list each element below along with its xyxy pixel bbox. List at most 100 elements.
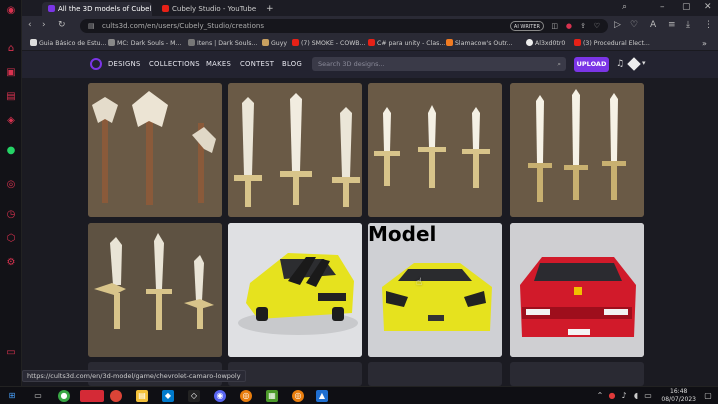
gallery: Model ☝ [22, 78, 718, 386]
model-card-lamborghini[interactable]: Model ☝ [368, 223, 502, 357]
send-icon[interactable]: ▷ [614, 20, 621, 30]
app-icon[interactable]: ● [58, 390, 70, 402]
close-window-icon[interactable]: ✕ [704, 2, 712, 12]
cube-icon[interactable]: ⬡ [4, 232, 18, 246]
app-icon[interactable]: ▲ [316, 390, 328, 402]
vk-icon[interactable]: ◎ [4, 178, 18, 192]
reload-icon[interactable]: ↻ [58, 20, 66, 30]
axes-thumbnail [88, 83, 222, 217]
bookmarks-overflow-icon[interactable]: » [702, 38, 707, 49]
forward-icon[interactable]: › [42, 20, 46, 30]
gear-icon[interactable]: ⚙ [4, 256, 18, 270]
clock-time: 16:48 [670, 388, 688, 395]
model-card-partial[interactable] [228, 362, 362, 386]
tray-chevron-icon[interactable]: ⌃ [594, 390, 606, 402]
clock-date: 08/07/2023 [661, 396, 696, 403]
model-card-ferrari[interactable] [510, 223, 644, 357]
download-icon[interactable]: ⤓ [686, 20, 690, 30]
blender-icon[interactable]: ◎ [292, 390, 304, 402]
bookmark-item[interactable]: Al3xd0tr0 [526, 38, 565, 49]
text-size-icon[interactable]: A [650, 20, 656, 30]
bookmark-label: Guia Básico de Estu... [39, 40, 107, 47]
clock-icon[interactable]: ◷ [4, 208, 18, 222]
bookmark-favicon-icon [30, 39, 37, 46]
browser-sidebar: ◉ ⌂ ▣ ▤ ◈ ● ◎ ◷ ⬡ ⚙ ▭ [0, 0, 22, 386]
bookmark-item[interactable]: C# para unity - Clas... [368, 38, 445, 49]
blender-icon[interactable]: ◎ [240, 390, 252, 402]
ferrari-thumbnail [510, 223, 644, 357]
tray-app-icon[interactable]: ● [606, 390, 618, 402]
record-icon[interactable]: ● [566, 19, 572, 33]
task-view-icon[interactable]: ▭ [32, 390, 44, 402]
bookmarks-bar: Guia Básico de Estu... MC: Dark Souls - … [22, 36, 718, 51]
model-card-partial[interactable] [368, 362, 502, 386]
whatsapp-icon[interactable]: ● [4, 144, 18, 158]
opera-icon[interactable] [80, 390, 104, 402]
tab-youtube[interactable]: Cubely Studio - YouTube [156, 2, 256, 16]
bookmark-item[interactable]: MC: Dark Souls - M... [108, 38, 181, 49]
bookmark-item[interactable]: Itens | Dark Souls... [188, 38, 257, 49]
bookmark-item[interactable]: (7) SMOKE - COWB... [292, 38, 365, 49]
bookmark-item[interactable]: Guia Básico de Estu... [30, 38, 106, 49]
heart-outline-icon[interactable]: ♡ [630, 20, 638, 30]
model-card-partial[interactable] [510, 362, 644, 386]
search-tabs-icon[interactable]: ⌕ [622, 2, 627, 12]
browser-logo-icon[interactable]: ◉ [4, 4, 18, 18]
twitch-icon[interactable]: ▤ [4, 90, 18, 104]
bag-icon[interactable]: ▣ [4, 66, 18, 80]
bookmark-item[interactable]: Slamacow's Outr... [446, 38, 513, 49]
home-icon[interactable]: ⌂ [4, 42, 18, 56]
link-preview: https://cults3d.com/en/3d-model/game/che… [22, 370, 246, 382]
nav-contest[interactable]: CONTEST [240, 60, 274, 68]
model-card-rapiers[interactable] [510, 83, 644, 217]
model-card-swords[interactable] [228, 83, 362, 217]
model-card-axes[interactable] [88, 83, 222, 217]
vscode-icon[interactable]: ◆ [162, 390, 174, 402]
minecraft-icon[interactable]: ▦ [266, 390, 278, 402]
chrome-icon[interactable] [110, 390, 122, 402]
address-bar[interactable]: ▤ cults3d.com/en/users/Cubely_Studio/cre… [80, 19, 608, 33]
user-avatar[interactable] [627, 57, 641, 71]
maximize-icon[interactable]: ▢ [682, 2, 691, 12]
bookmark-item[interactable]: (3) Procedural Elect... [574, 38, 650, 49]
taskbar-clock[interactable]: 16:48 08/07/2023 [661, 388, 696, 404]
discord-icon[interactable]: ◉ [214, 390, 226, 402]
model-card-curved-swords[interactable] [88, 223, 222, 357]
model-card-camaro[interactable] [228, 223, 362, 357]
messenger-icon[interactable]: ◈ [4, 114, 18, 128]
monitor-icon[interactable]: ▭ [642, 390, 654, 402]
tab-cults3d[interactable]: All the 3D models of Cubel [42, 2, 152, 16]
share-icon[interactable]: ⇪ [580, 19, 586, 33]
notification-icon[interactable]: ▢ [702, 390, 714, 402]
menu-icon[interactable]: ⋮ [704, 20, 713, 30]
model-card-daggers[interactable] [368, 83, 502, 217]
folder-icon[interactable]: ▤ [136, 390, 148, 402]
nav-makes[interactable]: MAKES [206, 60, 231, 68]
chevron-down-icon[interactable]: ▾ [642, 59, 646, 67]
unity-icon[interactable]: ◇ [188, 390, 200, 402]
swords-thumbnail [228, 83, 362, 217]
rapiers-thumbnail [510, 83, 644, 217]
upload-button[interactable]: UPLOAD [574, 57, 609, 72]
speaker-icon[interactable]: ◖ [630, 390, 642, 402]
cults-logo-icon[interactable] [90, 58, 102, 70]
more-icon[interactable]: ▭ [4, 346, 18, 360]
nav-blog[interactable]: BLOG [282, 60, 302, 68]
nav-collections[interactable]: COLLECTIONS [149, 60, 200, 68]
sidebar-toggle-icon[interactable]: ≡ [668, 20, 676, 30]
search-icon[interactable]: ⌕ [557, 57, 561, 71]
windows-start-icon[interactable]: ⊞ [6, 390, 18, 402]
bookmark-favicon-icon [108, 39, 115, 46]
bell-icon[interactable]: ♫ [616, 59, 624, 69]
bookmark-favicon-icon [446, 39, 453, 46]
heart-icon[interactable]: ♡ [594, 19, 600, 33]
camera-icon[interactable]: ◫ [551, 19, 558, 33]
back-icon[interactable]: ‹ [28, 20, 32, 30]
bookmark-item[interactable]: Guyy [262, 38, 287, 49]
minimize-icon[interactable]: – [660, 2, 665, 12]
nav-designs[interactable]: DESIGNS [108, 60, 141, 68]
search-input[interactable]: Search 3D designs... ⌕ [312, 57, 566, 71]
new-tab-button[interactable]: + [260, 2, 276, 16]
extension-badge[interactable]: AI WRITER [509, 21, 544, 31]
microphone-icon[interactable]: ♪ [618, 390, 630, 402]
